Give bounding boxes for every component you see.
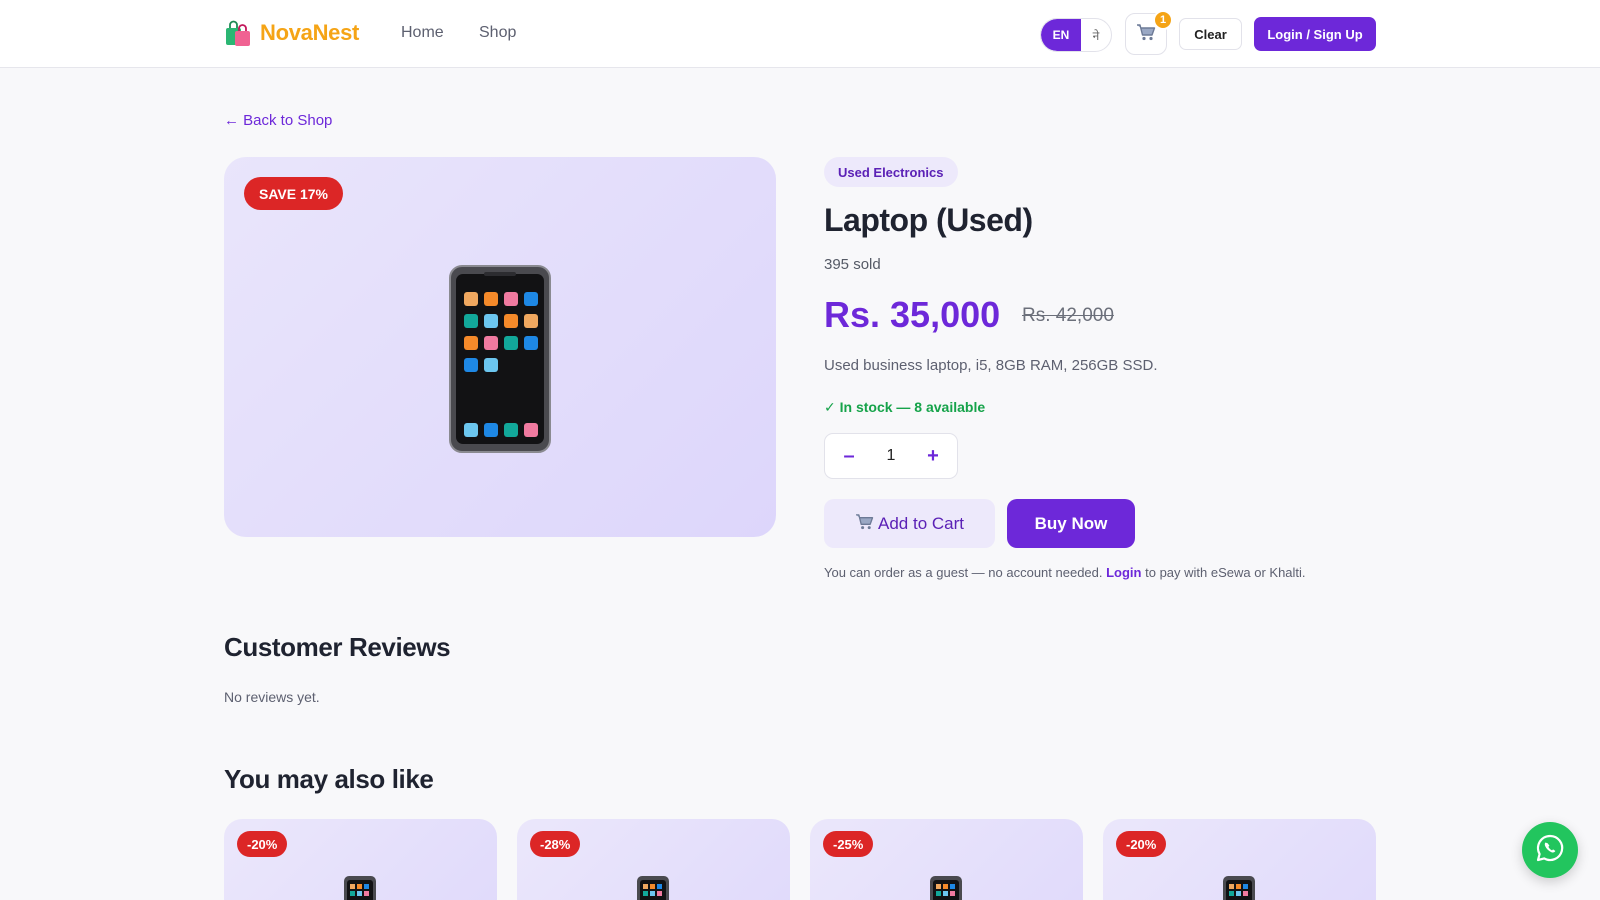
buy-now-button[interactable]: Buy Now: [1007, 499, 1135, 548]
language-toggle: EN ने: [1040, 18, 1112, 52]
login-signup-button[interactable]: Login / Sign Up: [1254, 17, 1376, 51]
increase-quantity-button[interactable]: +: [925, 445, 941, 468]
whatsapp-chat-button[interactable]: [1522, 822, 1578, 878]
back-to-shop-link[interactable]: ← Back to Shop: [224, 112, 332, 129]
product-image-card: SAVE 17%: [224, 157, 776, 537]
sold-count: 395 sold: [824, 256, 881, 273]
phone-icon: [1222, 875, 1256, 900]
cart-icon: [1136, 23, 1156, 46]
discount-badge: -20%: [237, 831, 288, 857]
recommendations-heading: You may also like: [224, 764, 434, 794]
add-to-cart-label: Add to Cart: [878, 513, 964, 533]
brand-logo[interactable]: NovaNest: [224, 18, 359, 48]
phone-icon: [636, 875, 670, 900]
quantity-stepper: – 1 +: [824, 433, 958, 479]
decrease-quantity-button[interactable]: –: [841, 445, 857, 468]
stock-status: ✓ In stock — 8 available: [824, 399, 986, 415]
recommendation-card[interactable]: -25%: [810, 819, 1083, 900]
recommendation-card[interactable]: -20%: [1103, 819, 1376, 900]
discount-badge: -20%: [1116, 831, 1167, 857]
cart-icon: [855, 513, 874, 535]
clear-button[interactable]: Clear: [1179, 18, 1242, 50]
shopping-bags-icon: [224, 18, 252, 48]
original-price: Rs. 42,000: [1022, 305, 1114, 326]
cart-button[interactable]: 1: [1125, 10, 1173, 55]
login-link[interactable]: Login: [1106, 565, 1141, 580]
lang-en-option[interactable]: EN: [1041, 19, 1081, 51]
nav-home[interactable]: Home: [401, 24, 444, 42]
guest-order-note: You can order as a guest — no account ne…: [824, 565, 1306, 580]
add-to-cart-button[interactable]: Add to Cart: [824, 499, 995, 548]
phone-icon: [929, 875, 963, 900]
guest-note-text: You can order as a guest — no account ne…: [824, 565, 1107, 580]
current-price: Rs. 35,000: [824, 294, 1001, 335]
category-pill[interactable]: Used Electronics: [824, 157, 958, 187]
header: NovaNest Home Shop EN ने 1 Clear Login /…: [0, 0, 1600, 68]
cart-count-badge: 1: [1153, 10, 1173, 30]
discount-badge: -28%: [530, 831, 581, 857]
reviews-heading: Customer Reviews: [224, 632, 451, 662]
lang-ne-option[interactable]: ने: [1081, 19, 1111, 51]
guest-note-text-end: to pay with eSewa or Khalti.: [1141, 565, 1306, 580]
discount-badge: -25%: [823, 831, 874, 857]
brand-name: NovaNest: [260, 20, 360, 45]
no-reviews-text: No reviews yet.: [224, 689, 320, 705]
phone-icon: [343, 875, 377, 900]
product-title: Laptop (Used): [824, 202, 1033, 238]
phone-icon: [449, 265, 551, 458]
quantity-value[interactable]: 1: [887, 447, 896, 465]
whatsapp-icon: [1535, 833, 1565, 868]
recommendation-card[interactable]: -28%: [517, 819, 790, 900]
save-badge: SAVE 17%: [244, 177, 343, 210]
nav-shop[interactable]: Shop: [479, 24, 516, 42]
product-description: Used business laptop, i5, 8GB RAM, 256GB…: [824, 357, 1158, 374]
recommendation-card[interactable]: -20%: [224, 819, 497, 900]
